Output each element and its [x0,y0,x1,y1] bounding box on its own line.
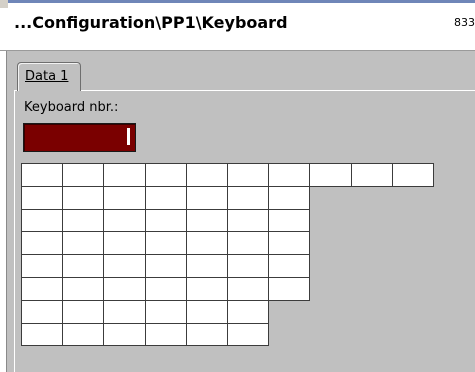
keyboard-key[interactable] [268,163,310,187]
keyboard-key[interactable] [186,231,228,255]
keyboard-key[interactable] [145,209,187,232]
header-corner [0,0,8,8]
keyboard-key[interactable] [268,254,310,278]
keyboard-key[interactable] [103,300,146,324]
keyboard-key[interactable] [103,254,146,278]
text-cursor [127,128,130,145]
keyboard-key[interactable] [227,254,269,278]
header-accent-line [0,0,475,3]
keyboard-key[interactable] [103,163,146,187]
keyboard-key[interactable] [227,209,269,232]
page-title: ...Configuration\PP1\Keyboard [14,13,288,32]
keyboard-key[interactable] [62,300,104,324]
keyboard-key[interactable] [21,209,63,232]
panel-border-left [14,90,15,372]
keyboard-key[interactable] [227,186,269,210]
keyboard-key[interactable] [62,163,104,187]
keyboard-key[interactable] [62,209,104,232]
screen-code: 833 [454,16,475,29]
keyboard-key[interactable] [145,163,187,187]
keyboard-key[interactable] [186,163,228,187]
keyboard-key[interactable] [62,254,104,278]
keyboard-key[interactable] [186,186,228,210]
keyboard-key[interactable] [62,323,104,346]
keyboard-key[interactable] [103,209,146,232]
keyboard-number-input[interactable] [23,123,136,152]
keyboard-key[interactable] [145,231,187,255]
keyboard-key[interactable] [62,277,104,301]
keyboard-key[interactable] [21,323,63,346]
keyboard-number-label: Keyboard nbr.: [24,100,119,115]
header-bar: ...Configuration\PP1\Keyboard 833 [0,0,475,51]
keyboard-key[interactable] [21,254,63,278]
keyboard-key[interactable] [21,277,63,301]
keyboard-key[interactable] [186,277,228,301]
keyboard-key[interactable] [145,186,187,210]
left-edge-shade [6,51,7,372]
keyboard-key[interactable] [103,277,146,301]
keyboard-key[interactable] [268,186,310,210]
keyboard-key[interactable] [227,277,269,301]
keyboard-key[interactable] [21,231,63,255]
keyboard-key[interactable] [268,231,310,255]
keyboard-key[interactable] [309,163,352,187]
keyboard-key[interactable] [145,323,187,346]
keyboard-key[interactable] [227,163,269,187]
keyboard-key[interactable] [103,186,146,210]
keyboard-key[interactable] [392,163,434,187]
keyboard-key[interactable] [145,254,187,278]
keyboard-key[interactable] [227,231,269,255]
keyboard-key[interactable] [103,323,146,346]
tab-data-1[interactable]: Data 1 [17,62,81,91]
keyboard-key[interactable] [21,186,63,210]
keyboard-key[interactable] [21,300,63,324]
keyboard-key[interactable] [186,209,228,232]
keyboard-key[interactable] [62,231,104,255]
keyboard-key[interactable] [186,323,228,346]
keyboard-key[interactable] [62,186,104,210]
keyboard-key[interactable] [145,300,187,324]
keyboard-key[interactable] [145,277,187,301]
keyboard-key[interactable] [186,300,228,324]
tab-label: Data 1 [25,69,69,84]
keyboard-key[interactable] [227,300,269,324]
panel-border-top [81,90,475,91]
keyboard-key[interactable] [268,209,310,232]
left-edge [0,51,7,372]
keyboard-key[interactable] [227,323,269,346]
keyboard-key[interactable] [268,277,310,301]
keyboard-key[interactable] [21,163,63,187]
keyboard-key[interactable] [186,254,228,278]
keyboard-key[interactable] [351,163,393,187]
keyboard-key[interactable] [103,231,146,255]
